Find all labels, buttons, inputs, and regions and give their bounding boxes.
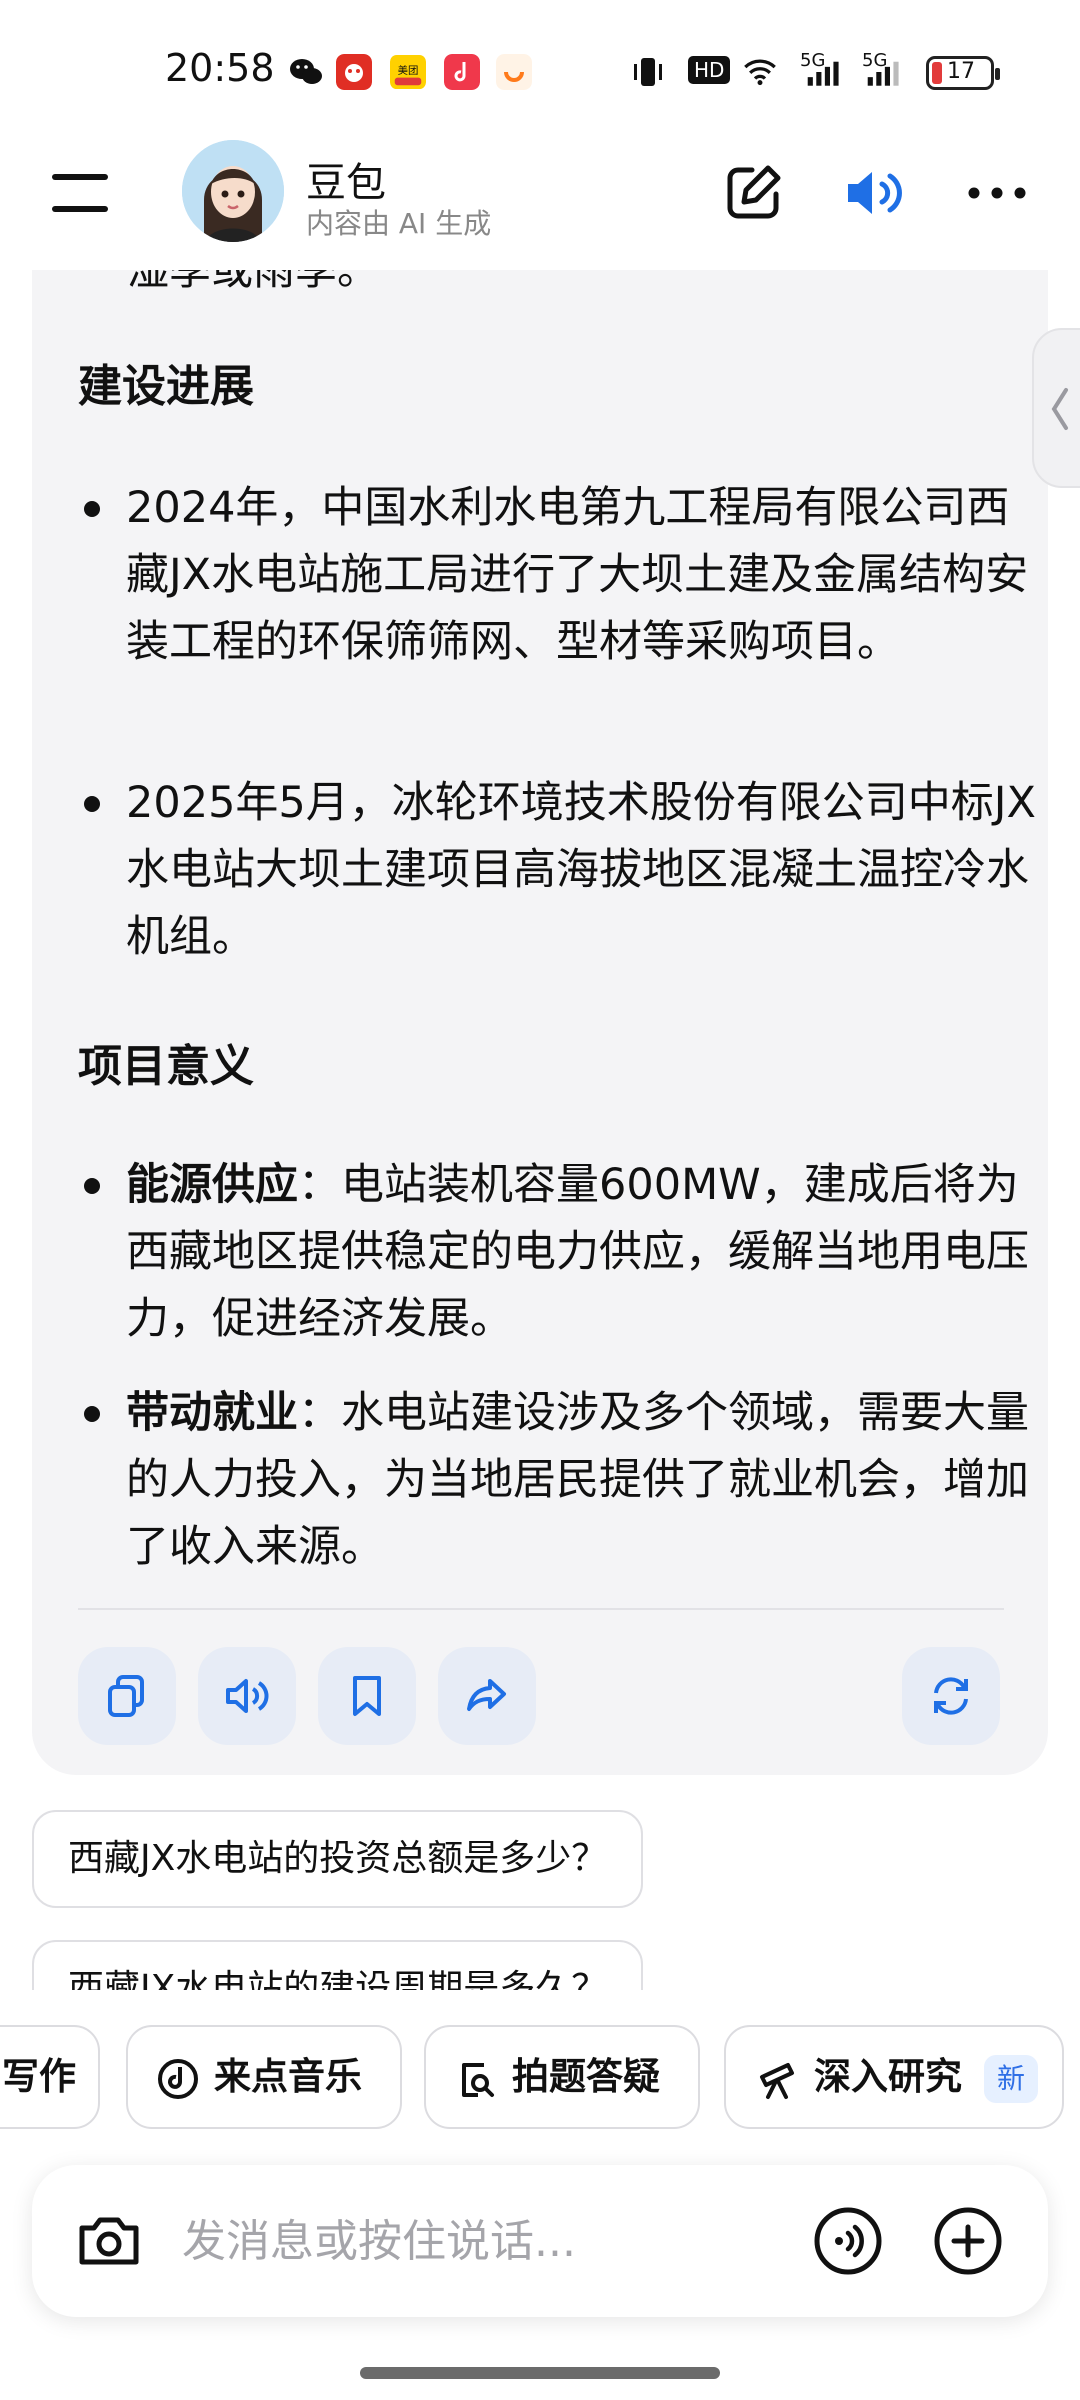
item-keyword: 能源供应 xyxy=(126,1160,298,1210)
ai-message-bubble: 湿季或雨季。 建设进展 2024年，中国水利水电第九工程局有限公司西藏JX水电站… xyxy=(32,150,1048,1775)
chip-deep-research[interactable]: 深入研究 新 xyxy=(724,2025,1064,2129)
bookmark-button[interactable] xyxy=(318,1647,416,1745)
regenerate-icon xyxy=(934,1677,968,1715)
battery-level: 17 xyxy=(947,59,975,84)
chip-music[interactable]: 来点音乐 xyxy=(126,2025,402,2129)
chip-writing[interactable]: 写作 xyxy=(0,2025,100,2129)
more-icon[interactable] xyxy=(962,158,1032,228)
bookmark-icon xyxy=(353,1676,381,1716)
item-keyword: 带动就业 xyxy=(126,1388,298,1438)
feature-chips: 写作 来点音乐 拍题答疑 深入研究 新 xyxy=(0,2025,1080,2131)
read-aloud-button[interactable] xyxy=(198,1647,296,1745)
menu-button[interactable] xyxy=(52,170,112,218)
meituan-icon: 美团 xyxy=(390,54,426,90)
side-panel-handle[interactable] xyxy=(1032,328,1080,488)
share-button[interactable] xyxy=(438,1647,536,1745)
chevron-left-icon xyxy=(1051,388,1068,430)
voice-icon[interactable] xyxy=(812,2205,884,2277)
status-time: 20:58 xyxy=(165,46,275,90)
vibrate-icon xyxy=(634,58,662,86)
music-note-icon xyxy=(158,2059,198,2099)
list-item: 带动就业：水电站建设涉及多个领域，需要大量的人力投入，为当地居民提供了就业机会，… xyxy=(78,1380,1038,1581)
pinduoduo-icon xyxy=(336,54,372,90)
wifi-icon xyxy=(744,59,776,86)
new-badge: 新 xyxy=(984,2055,1038,2103)
read-aloud-icon xyxy=(226,1679,269,1713)
section-title-progress: 建设进展 xyxy=(78,361,254,412)
divider xyxy=(78,1608,1004,1610)
bot-subtitle: 内容由 AI 生成 xyxy=(306,207,492,240)
bot-name[interactable]: 豆包 xyxy=(306,150,386,208)
telescope-icon xyxy=(760,2063,794,2099)
speaker-icon[interactable] xyxy=(840,158,910,228)
signal-icon-1 xyxy=(807,61,839,86)
message-input-bar xyxy=(32,2165,1048,2317)
list-item: 2024年，中国水利水电第九工程局有限公司西藏JX水电站施工局进行了大坝土建及金… xyxy=(78,475,1038,676)
suggestion-chip[interactable]: 西藏JX水电站的建设周期是多久？ xyxy=(32,1940,644,1990)
status-bar: 20:58 美团 HD 5G 5G 17 xyxy=(0,0,1080,140)
menu-icon xyxy=(52,174,108,180)
photo-search-icon xyxy=(462,2063,494,2097)
plus-icon[interactable] xyxy=(932,2205,1004,2277)
copy-button[interactable] xyxy=(78,1647,176,1745)
camera-icon[interactable] xyxy=(74,2206,144,2276)
avatar-image xyxy=(182,140,284,242)
hd-badge: HD xyxy=(688,56,731,84)
section-title-significance: 项目意义 xyxy=(78,1041,254,1092)
list-item: 能源供应：电站装机容量600MW，建成后将为西藏地区提供稳定的电力供应，缓解当地… xyxy=(78,1152,1038,1353)
wechat-icon xyxy=(290,59,322,84)
message-input[interactable] xyxy=(182,2209,782,2273)
regenerate-button[interactable] xyxy=(902,1647,1000,1745)
battery-indicator: 17 xyxy=(926,56,1000,90)
bullet-icon xyxy=(84,1406,100,1422)
edit-icon[interactable] xyxy=(718,158,788,228)
chat-header: 豆包 内容由 AI 生成 xyxy=(0,130,1080,270)
list-item: 2025年5月，冰轮环境技术股份有限公司中标JX水电站大坝土建项目高海拔地区混凝… xyxy=(78,770,1038,971)
share-icon xyxy=(467,1679,506,1711)
music-app-icon xyxy=(444,54,480,90)
chip-photo-solve[interactable]: 拍题答疑 xyxy=(424,2025,700,2129)
didi-icon xyxy=(496,54,532,90)
svg-text:美团: 美团 xyxy=(398,64,419,77)
home-indicator[interactable] xyxy=(360,2367,720,2379)
signal-icon-2 xyxy=(867,61,899,86)
bullet-icon xyxy=(84,1178,100,1194)
suggestion-chip[interactable]: 西藏JX水电站的投资总额是多少？ xyxy=(32,1810,644,1908)
suggestion-clip: 西藏JX水电站的建设周期是多久？ xyxy=(0,1930,1080,1990)
copy-icon xyxy=(108,1675,144,1717)
bullet-icon xyxy=(84,796,100,812)
bullet-icon xyxy=(84,501,100,517)
avatar[interactable] xyxy=(182,140,284,242)
